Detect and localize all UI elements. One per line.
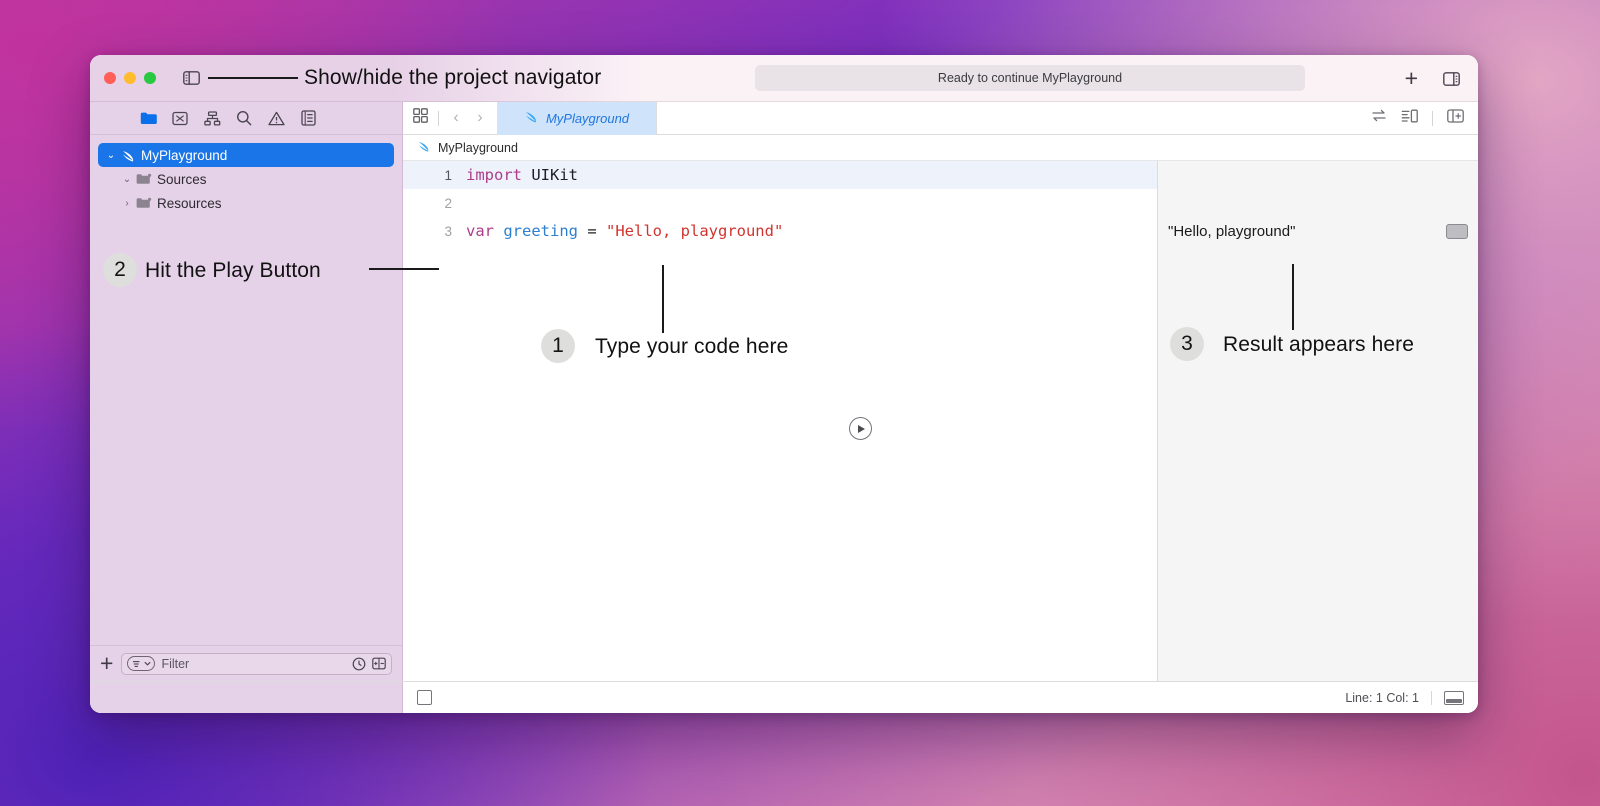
callout-leader-top	[208, 77, 298, 79]
activity-status-pill: Ready to continue MyPlayground	[755, 65, 1305, 91]
search-icon[interactable]	[234, 108, 254, 128]
warning-icon[interactable]	[266, 108, 286, 128]
window-statusbar: Line: 1 Col: 1	[90, 681, 1478, 713]
annotation-top-label: Show/hide the project navigator	[304, 66, 601, 90]
window-titlebar: Show/hide the project navigator Ready to…	[90, 55, 1478, 102]
disclosure-triangle-icon[interactable]: ⌄	[104, 150, 118, 161]
filter-chip-icon[interactable]	[127, 656, 155, 671]
desktop-wallpaper: Show/hide the project navigator Ready to…	[0, 0, 1600, 806]
statusbar-main: Line: 1 Col: 1	[403, 690, 1478, 705]
play-icon[interactable]	[849, 417, 872, 440]
navigator-toolbar	[90, 102, 402, 135]
folder-group-icon	[134, 197, 154, 210]
tab-myplayground[interactable]: MyPlayground	[497, 102, 657, 135]
swap-icon[interactable]	[1371, 109, 1387, 127]
breadcrumb[interactable]: MyPlayground	[403, 135, 1478, 161]
console-toggle-icon[interactable]	[1444, 691, 1464, 705]
grid-icon[interactable]	[413, 108, 428, 128]
editor-tabbar: ‹ › MyPlayground	[403, 102, 1478, 135]
result-row: "Hello, playground"	[1158, 217, 1478, 245]
tabbar-nav-controls: ‹ ›	[403, 108, 497, 128]
navigator-tree: ⌄ MyPlayground ⌄	[90, 135, 402, 645]
code-line-1: 1 import UIKit	[403, 161, 1157, 189]
filter-input[interactable]: Filter	[121, 653, 392, 675]
forward-icon[interactable]: ›	[473, 109, 487, 127]
code-line-2: 2	[403, 189, 1157, 217]
titlebar-right-controls: +	[1405, 55, 1462, 102]
code-token	[522, 166, 531, 184]
status-text: Ready to continue MyPlayground	[938, 71, 1122, 85]
folder-icon[interactable]	[138, 108, 158, 128]
tree-item-sources[interactable]: ⌄ Sources	[98, 167, 394, 191]
hierarchy-icon[interactable]	[202, 108, 222, 128]
tab-label: MyPlayground	[546, 111, 629, 126]
line-number: 3	[403, 224, 466, 239]
line-number: 2	[403, 196, 466, 211]
statusbar-right: Line: 1 Col: 1	[1345, 691, 1464, 705]
code-token: =	[578, 222, 606, 240]
code-text: var greeting = "Hello, playground"	[466, 222, 783, 240]
swift-icon	[118, 148, 138, 163]
breadcrumb-label: MyPlayground	[438, 141, 518, 155]
statusbar-divider	[1431, 691, 1432, 705]
result-value: "Hello, playground"	[1168, 223, 1446, 240]
result-display-toggle-icon[interactable]	[1446, 224, 1468, 239]
close-button[interactable]	[104, 72, 116, 84]
swift-icon	[524, 109, 539, 127]
statusbar-left	[90, 682, 403, 713]
tree-item-resources[interactable]: › Resources	[98, 191, 394, 215]
code-token: "Hello, playground"	[606, 222, 783, 240]
code-token	[494, 222, 503, 240]
disclosure-triangle-icon[interactable]: ⌄	[120, 174, 134, 185]
code-editor[interactable]: 1 import UIKit 2 3 var greeting = "Hello…	[403, 161, 1157, 681]
results-sidebar: "Hello, playground"	[1157, 161, 1478, 681]
console-fill	[1446, 699, 1462, 703]
tree-item-myplayground[interactable]: ⌄ MyPlayground	[98, 143, 394, 167]
code-token: import	[466, 166, 522, 184]
window-body: ⌄ MyPlayground ⌄	[90, 102, 1478, 681]
code-text: import UIKit	[466, 166, 578, 184]
clock-icon[interactable]	[352, 657, 366, 671]
back-icon[interactable]: ‹	[449, 109, 463, 127]
tabbar-divider	[1432, 111, 1433, 126]
line-number: 1	[403, 168, 466, 183]
zoom-button[interactable]	[144, 72, 156, 84]
play-triangle	[858, 425, 865, 433]
plus-icon[interactable]: +	[1405, 67, 1418, 90]
folder-group-icon	[134, 173, 154, 186]
add-file-button[interactable]: +	[100, 652, 113, 675]
console-square-icon[interactable]	[417, 690, 432, 705]
source-control-icon[interactable]	[170, 108, 190, 128]
sidebar-right-icon[interactable]	[1440, 68, 1462, 90]
code-line-3: 3 var greeting = "Hello, playground"	[403, 217, 1157, 245]
editor-results-split: 1 import UIKit 2 3 var greeting = "Hello…	[403, 161, 1478, 681]
tabbar-divider	[438, 111, 439, 126]
add-editor-icon[interactable]	[1447, 109, 1464, 128]
project-navigator: ⌄ MyPlayground ⌄	[90, 102, 403, 681]
tree-item-label: MyPlayground	[141, 148, 227, 163]
editor-area: ‹ › MyPlayground	[403, 102, 1478, 681]
traffic-light-controls[interactable]	[90, 72, 156, 84]
navigator-filter-bar: + Filter	[90, 645, 402, 681]
disclosure-triangle-icon[interactable]: ›	[120, 198, 134, 209]
tree-item-label: Sources	[157, 172, 207, 187]
tree-item-label: Resources	[157, 196, 222, 211]
report-icon[interactable]	[298, 108, 318, 128]
sidebar-left-icon[interactable]	[180, 67, 202, 89]
code-token: greeting	[503, 222, 578, 240]
minimap-icon[interactable]	[1401, 109, 1418, 128]
code-token: var	[466, 222, 494, 240]
line-col-indicator: Line: 1 Col: 1	[1345, 691, 1419, 705]
minimize-button[interactable]	[124, 72, 136, 84]
xcode-window: Show/hide the project navigator Ready to…	[90, 55, 1478, 713]
editor-tabbar-right	[1371, 109, 1478, 128]
scope-icon[interactable]	[372, 657, 386, 670]
swift-icon	[417, 139, 431, 156]
code-token: UIKit	[531, 166, 578, 184]
filter-placeholder: Filter	[161, 657, 346, 671]
